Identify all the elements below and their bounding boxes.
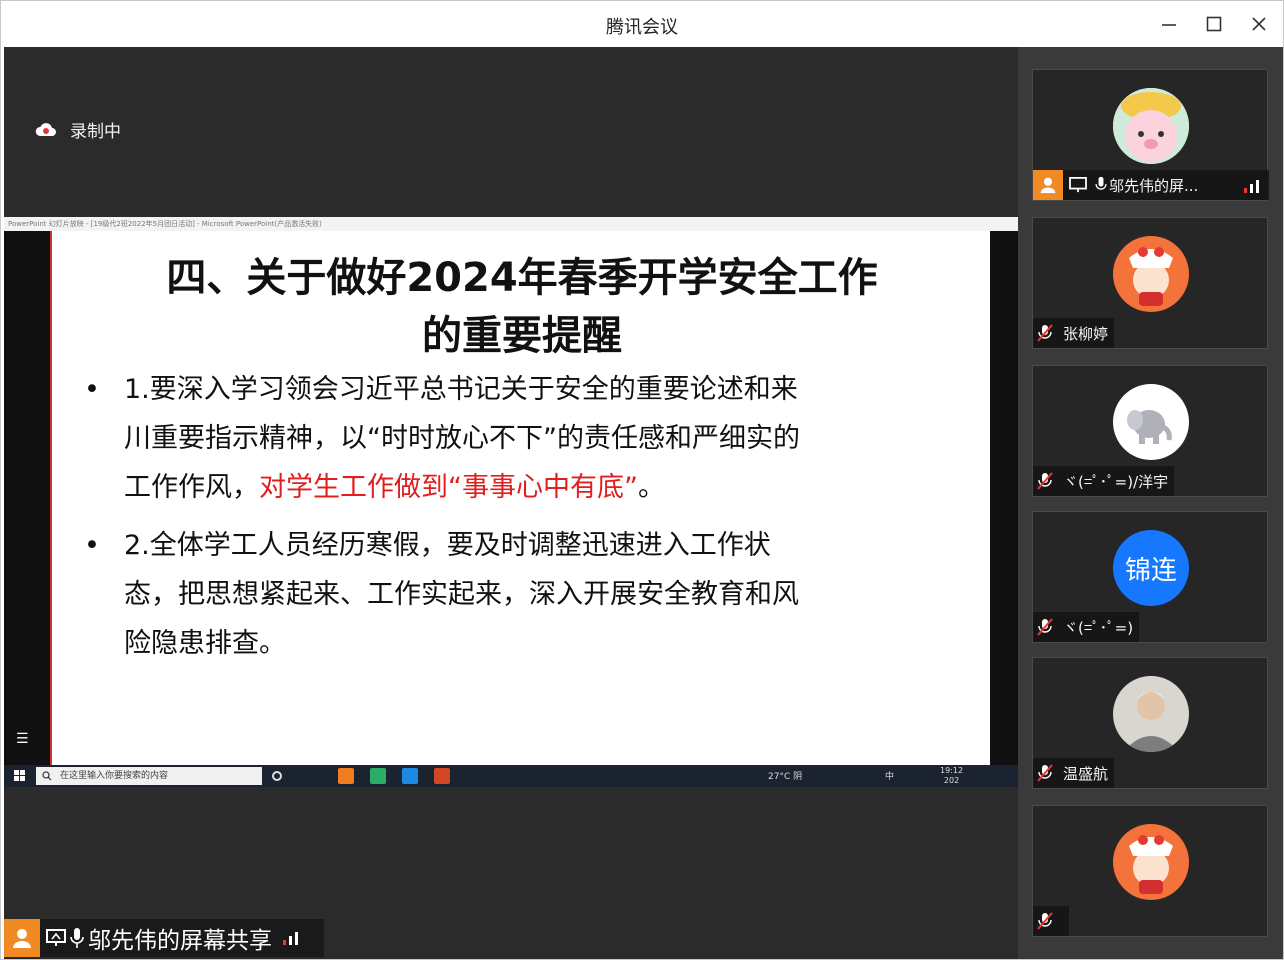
clock-date: 202 (943, 776, 960, 785)
participant-list: 邬先伟的屏... 张柳婷 ヾ(=ﾟ･ﾟ=)/洋宇 锦连 ヾ(=ﾟ･ﾟ=) 温盛航 (1018, 47, 1283, 959)
bullet-point-2: • 2.全体学工人员经历寒假，要及时调整迅速进入工作状 态，把思想紧起来、工作实… (84, 521, 799, 668)
microphone-icon (70, 928, 84, 948)
close-icon (1252, 17, 1266, 31)
user-avatar-icon (4, 919, 40, 957)
bullet1-line2: 川重要指示精神，以“时时放心不下”的责任感和严细实的 (124, 423, 800, 454)
participant-namebar (1033, 906, 1069, 936)
participant-name: 张柳婷 (1063, 324, 1109, 343)
ppt-title-bar: PowerPoint 幻灯片放映 - [19级代2班2022年5月团日活动] -… (4, 217, 1018, 231)
screen-share-stage: 录制中 PowerPoint 幻灯片放映 - [19级代2班2022年5月团日活… (4, 47, 1018, 959)
participant-avatar-elephant (1113, 384, 1189, 460)
bullet2-line3: 险隐患排查。 (124, 628, 286, 659)
participant-tile[interactable]: 温盛航 (1032, 657, 1268, 789)
mic-muted-icon (1033, 318, 1057, 348)
tencent-meeting-taskbar-icon[interactable] (402, 768, 418, 784)
minimize-icon (1162, 24, 1176, 26)
ime-indicator[interactable]: 中 (885, 772, 894, 782)
bullet-point-1: • 1.要深入学习领会习近平总书记关于安全的重要论述和来 川重要指示精神，以“时… (84, 365, 800, 512)
slide-title-line2: 的重要提醒 (422, 313, 622, 359)
window-title: 腾讯会议 (606, 17, 678, 38)
participant-name: ヾ(=ﾟ･ﾟ=)/洋宇 (1063, 472, 1169, 491)
recording-indicator[interactable]: 录制中 (34, 117, 121, 142)
bullet1-line3-black: 工作作风， (124, 472, 259, 503)
bullet1-line3-end: 。 (637, 472, 665, 503)
tencent-meeting-window: 腾讯会议 录制中 PowerPoint 幻灯片放映 - [19级代2班2022年… (0, 0, 1284, 960)
participant-tile[interactable]: 张柳婷 (1032, 217, 1268, 349)
screen-sharer-label: 邬先伟的屏幕共享 (4, 919, 324, 957)
signal-strength-icon (1244, 180, 1259, 193)
signal-strength-icon (283, 932, 298, 945)
clock-time: 19:12 (940, 766, 964, 775)
slide-title: 四、关于做好2024年春季开学安全工作 的重要提醒 (42, 249, 1002, 365)
menu-icon: ☰ (16, 731, 29, 747)
minimize-button[interactable] (1151, 9, 1187, 39)
windows-start-icon (14, 770, 25, 781)
participant-avatar-cartoon-pig (1113, 88, 1189, 164)
microphone-icon (1095, 176, 1107, 190)
participant-name: 温盛航 (1063, 764, 1109, 783)
participant-tile[interactable]: ヾ(=ﾟ･ﾟ=)/洋宇 (1032, 365, 1268, 497)
bullet2-line2: 态，把思想紧起来、工作实起来，深入开展安全教育和风 (124, 579, 799, 610)
participant-avatar-photo (1113, 676, 1189, 752)
mic-muted-icon (1033, 466, 1057, 496)
participant-namebar: ヾ(=ﾟ･ﾟ=) (1033, 612, 1140, 642)
wechat-icon[interactable] (370, 768, 386, 784)
powerpoint-icon[interactable] (434, 768, 450, 784)
taskbar-search-input[interactable]: 在这里输入你要搜索的内容 (36, 767, 262, 785)
participant-namebar: 邬先伟的屏... (1033, 170, 1269, 200)
participant-avatar-lion-doll (1113, 824, 1189, 900)
title-bar: 腾讯会议 (1, 1, 1283, 47)
screen-share-icon (1069, 177, 1087, 193)
shared-screen: PowerPoint 幻灯片放映 - [19级代2班2022年5月团日活动] -… (4, 217, 1018, 787)
bullet-dot: • (84, 530, 100, 561)
participant-name: 邬先伟的屏... (1109, 176, 1199, 195)
slide-title-line1: 四、关于做好2024年春季开学安全工作 (166, 255, 878, 301)
ppt-window-title: PowerPoint 幻灯片放映 - [19级代2班2022年5月团日活动] -… (8, 220, 322, 228)
participant-name: ヾ(=ﾟ･ﾟ=) (1063, 618, 1134, 637)
sharer-name: 邬先伟的屏幕共享 (88, 928, 272, 954)
participant-tile[interactable] (1032, 805, 1268, 937)
participant-avatar-lion-doll (1113, 236, 1189, 312)
participant-tile[interactable]: 锦连 ヾ(=ﾟ･ﾟ=) (1032, 511, 1268, 643)
participant-namebar: 温盛航 (1033, 758, 1115, 788)
windows-taskbar: 在这里输入你要搜索的内容 27°C 阴 中 19:12 202 (4, 765, 1018, 787)
presentation-slide: 四、关于做好2024年春季开学安全工作 的重要提醒 • 1.要深入学习领会习近平… (50, 231, 990, 765)
bullet1-line1: 1.要深入学习领会习近平总书记关于安全的重要论述和来 (124, 374, 798, 405)
participant-namebar: ヾ(=ﾟ･ﾟ=)/洋宇 (1033, 466, 1175, 496)
mic-muted-icon (1033, 758, 1057, 788)
cloud-record-icon (35, 122, 56, 136)
recording-label: 录制中 (70, 122, 121, 142)
close-button[interactable] (1241, 9, 1277, 39)
maximize-icon (1206, 16, 1222, 32)
system-tray: 27°C 阴 中 (768, 769, 894, 782)
mic-muted-icon (1033, 906, 1057, 936)
task-view-icon[interactable] (272, 771, 282, 781)
maximize-button[interactable] (1196, 9, 1232, 39)
search-icon (42, 771, 52, 781)
app-icon-orange[interactable] (338, 768, 354, 784)
mic-muted-icon (1033, 612, 1057, 642)
bullet1-line3: 工作作风，对学生工作做到“事事心中有底”。 (84, 463, 800, 512)
host-avatar-icon (1033, 170, 1063, 200)
bullet1-highlight: 对学生工作做到“事事心中有底” (259, 472, 638, 503)
taskbar-clock[interactable]: 19:12 202 (940, 766, 963, 786)
participant-tile[interactable]: 邬先伟的屏... (1032, 69, 1269, 201)
bullet-dot: • (84, 374, 100, 405)
participant-avatar-text: 锦连 (1113, 530, 1189, 606)
screen-share-icon (46, 929, 66, 946)
participant-namebar: 张柳婷 (1033, 318, 1115, 348)
avatar-text: 锦连 (1124, 555, 1177, 586)
weather-text: 27°C 阴 (768, 772, 803, 782)
bullet2-line1: 2.全体学工人员经历寒假，要及时调整迅速进入工作状 (124, 530, 771, 561)
